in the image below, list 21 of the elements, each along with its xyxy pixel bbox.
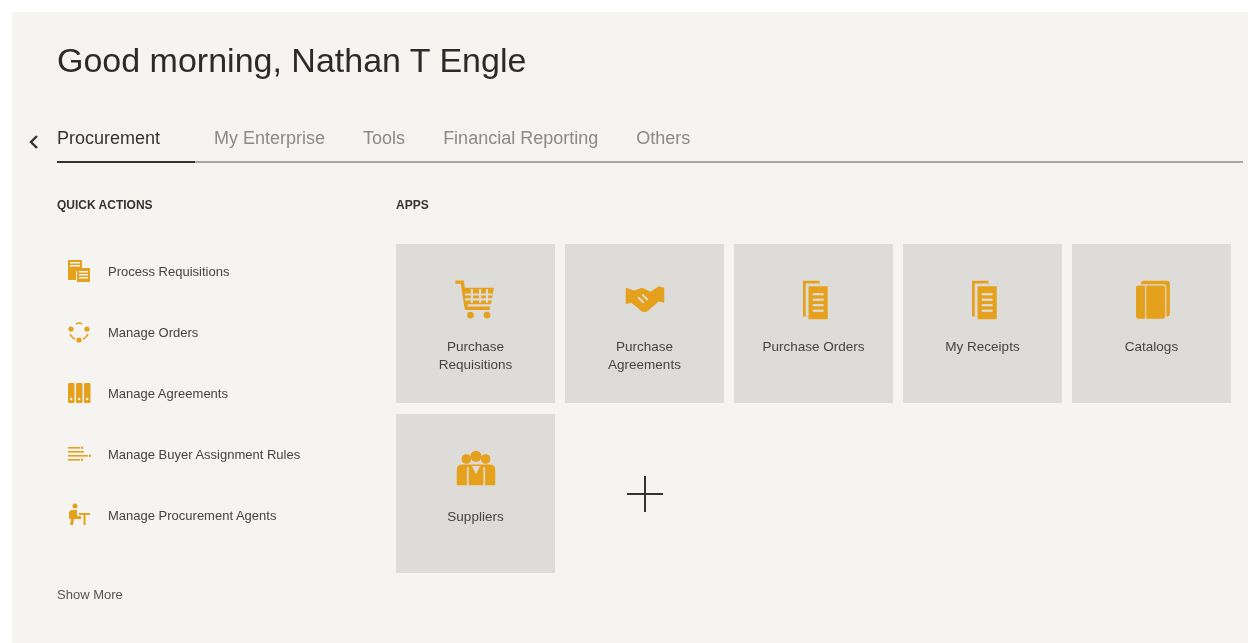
quick-action-link[interactable]: Manage Agreements	[57, 381, 228, 405]
binders-icon	[66, 381, 92, 405]
app-tile[interactable]: Catalogs	[1072, 244, 1231, 403]
quick-action-link[interactable]: Manage Orders	[57, 320, 199, 344]
app-tile[interactable]: Suppliers	[396, 414, 555, 573]
cycle-dots-icon	[66, 320, 92, 344]
requisition-form-icon	[66, 259, 92, 283]
greeting-heading: Good morning, Nathan T Engle	[56, 40, 528, 80]
plus-icon	[626, 475, 663, 512]
app-tile[interactable]: Purchase Requisitions	[396, 244, 555, 403]
quick-action-link[interactable]: Manage Buyer Assignment Rules	[57, 442, 301, 466]
quick-action-link[interactable]: Process Requisitions	[57, 259, 230, 283]
app-tile[interactable]: Purchase Orders	[734, 244, 893, 403]
section-heading: QUICK ACTIONS	[57, 197, 154, 213]
person-at-desk-icon	[66, 503, 92, 527]
app-tile[interactable]: Purchase Agreements	[565, 244, 724, 403]
show-more-link[interactable]: Show More	[57, 587, 123, 602]
quick-action-link[interactable]: Manage Procurement Agents	[57, 503, 277, 527]
section-heading: APPS	[396, 197, 430, 213]
app-tile[interactable]: My Receipts	[903, 244, 1062, 403]
tab[interactable]: Procurement	[57, 120, 196, 163]
